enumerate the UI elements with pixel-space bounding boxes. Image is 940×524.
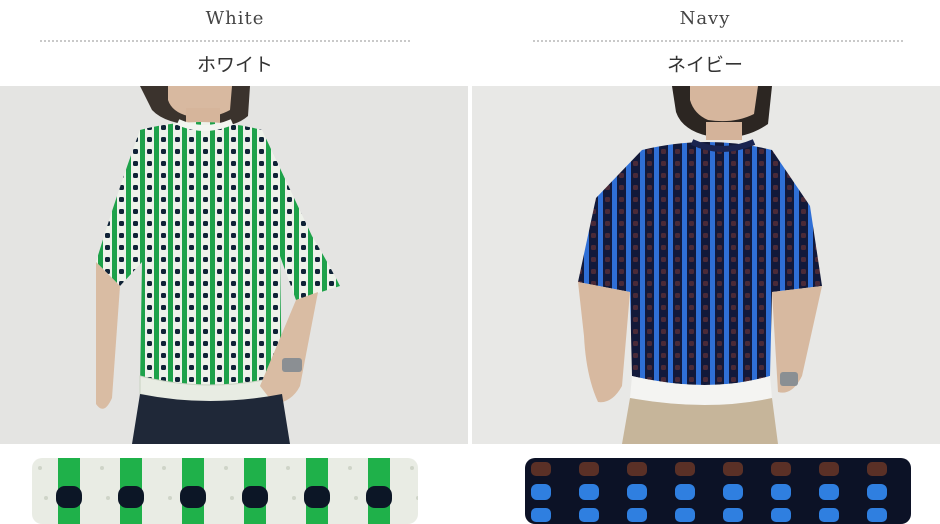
product-color-card-white[interactable]: White ホワイト [0,0,470,524]
model-photo-navy[interactable] [472,86,940,444]
fabric-swatch-white[interactable] [32,458,418,524]
color-name-english: White [205,8,265,29]
knit-closeup-white-icon [32,458,418,524]
dotted-divider [40,40,410,42]
color-name-english: Navy [679,8,731,29]
color-name-japanese: ホワイト [196,54,273,76]
knit-closeup-navy-icon [525,458,911,524]
model-photo-white[interactable] [0,86,468,444]
white-knit-tee-icon [0,86,468,444]
navy-knit-tee-icon [472,86,940,444]
color-name-japanese: ネイビー [666,54,743,76]
dotted-divider [533,40,903,42]
product-color-card-navy[interactable]: Navy ネイビー [470,0,940,524]
fabric-swatch-navy[interactable] [525,458,911,524]
